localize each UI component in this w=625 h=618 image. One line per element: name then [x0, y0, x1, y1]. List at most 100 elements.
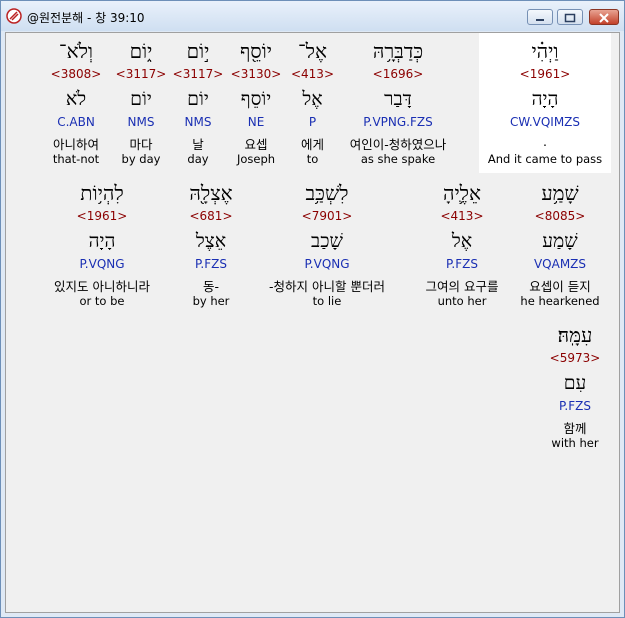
morphology-code: VQAMZS	[533, 257, 587, 271]
word-cell[interactable]: וַיְהִ֗י <1961> הָיָה CW.VQIMZS. And it came…	[479, 33, 611, 173]
hebrew-word: וַיְהִ֗י	[531, 39, 559, 63]
hebrew-word: לִהְי֥וֹת	[80, 181, 124, 205]
app-icon	[6, 8, 22, 24]
morphology-code: P.VPNG.FZS	[363, 115, 433, 129]
korean-gloss: 날	[192, 137, 204, 152]
word-cell[interactable]: כְּדַבְּרָ֥הּ <1696> דָּבַר P.VPNG.FZS 여인이-청…	[343, 33, 453, 173]
morphology-code: P.FZS	[195, 257, 227, 271]
lemma-word: לֹא	[65, 88, 87, 110]
english-gloss: with her	[551, 436, 599, 450]
word-cell[interactable]: שָׁמַ֥ע <8085> שָׁמַע VQAMZS 요셉이 듣지 he hearke…	[518, 175, 602, 315]
lemma-word: שָׁכַב	[311, 230, 343, 252]
hebrew-word: וְלֹא־	[58, 39, 94, 63]
lemma-word: עִם	[563, 372, 587, 394]
morphology-code: P.VQNG	[79, 257, 125, 271]
strong-number: <3130>	[230, 67, 282, 81]
strong-number: <413>	[290, 67, 334, 81]
lemma-word: הָיָה	[88, 230, 116, 252]
morphology-code: C.ABN	[57, 115, 95, 129]
english-gloss: unto her	[437, 294, 487, 308]
hebrew-word: אֶצְלָ֖הּ	[189, 181, 233, 205]
lemma-word: אֶל	[302, 88, 323, 110]
english-gloss: he hearkened	[520, 294, 600, 308]
strong-number: <1961>	[519, 67, 571, 81]
word-cell[interactable]: וְלֹא־ <3808> לֹא C.ABN 아니하여 that-not	[44, 33, 108, 173]
hebrew-word: י֣וֹם	[186, 39, 210, 63]
hebrew-word: עִמָּֽהּ׃	[557, 323, 593, 347]
lemma-word: הָיָה	[531, 88, 559, 110]
word-cell[interactable]: עִמָּֽהּ׃ <5973> עִם P.FZS 함께 with her	[537, 317, 613, 457]
korean-gloss: 요셉이 듣지	[529, 279, 591, 294]
english-gloss: as she spake	[360, 152, 436, 166]
korean-gloss: 함께	[563, 421, 587, 436]
hebrew-word: אֶל־	[297, 39, 327, 63]
english-gloss: by day	[121, 152, 161, 166]
hebrew-word: לִשְׁכַּ֥ב	[305, 181, 349, 205]
english-gloss: to	[306, 152, 319, 166]
close-icon	[599, 13, 609, 23]
english-gloss: day	[187, 152, 209, 166]
word-cell[interactable]: לִשְׁכַּ֥ב <7901> שָׁכַב P.VQNG -청하지 아니할 뿐더러…	[268, 175, 386, 315]
word-cell[interactable]: י֣וֹם <3117> יוֹם NMS 날 day	[172, 33, 224, 173]
strong-number: <3808>	[50, 67, 102, 81]
korean-gloss: 요셉	[244, 137, 268, 152]
word-cell[interactable]: אֶצְלָ֖הּ <681> אֵצֶל P.FZS 동-by her	[169, 175, 253, 315]
maximize-icon	[564, 13, 576, 23]
word-cell[interactable]: אֶל־ <413> אֶל P 에게 to	[286, 33, 339, 173]
korean-gloss: .	[543, 134, 547, 149]
word-cell[interactable]: אֵלֶ֛יהָ <413> אֶל P.FZS 그여의 요구를 unto her	[410, 175, 514, 315]
korean-gloss: 에게	[300, 137, 324, 152]
strong-number: <3117>	[172, 67, 224, 81]
minimize-button[interactable]	[527, 9, 553, 25]
korean-gloss: 마다	[129, 137, 153, 152]
english-gloss: that-not	[52, 152, 100, 166]
morphology-code: P	[308, 115, 317, 129]
hebrew-word: כְּדַבְּרָ֥הּ	[372, 39, 424, 63]
window-title: @원전분해 - 창 39:10	[27, 11, 145, 25]
strong-number: <1961>	[76, 209, 128, 223]
morphology-code: NMS	[184, 115, 212, 129]
application-window: @원전분해 - 창 39:10 וַיְהִ֗י <1961> הָיָה CW.VQ…	[0, 0, 625, 618]
strong-number: <413>	[440, 209, 484, 223]
lemma-word: יוֹם	[130, 88, 152, 110]
korean-gloss: 그여의 요구를	[425, 279, 499, 294]
strong-number: <681>	[189, 209, 233, 223]
hebrew-word: שָׁמַ֥ע	[541, 181, 579, 205]
strong-number: <5973>	[549, 351, 601, 365]
analysis-view[interactable]: וַיְהִ֗י <1961> הָיָה CW.VQIMZS. And it came…	[5, 32, 620, 613]
korean-gloss: 있지도 아니하니라	[54, 279, 150, 294]
hebrew-word: יוֹסֵ֖ף	[239, 39, 273, 63]
morphology-code: P.FZS	[559, 399, 591, 413]
minimize-icon	[536, 19, 544, 21]
maximize-button[interactable]	[557, 9, 583, 25]
english-gloss: Joseph	[236, 152, 276, 166]
lemma-word: שָׁמַע	[542, 230, 578, 252]
close-button[interactable]	[589, 9, 619, 25]
strong-number: <8085>	[534, 209, 586, 223]
morphology-code: P.FZS	[446, 257, 478, 271]
lemma-word: יוֹם	[187, 88, 209, 110]
word-cell[interactable]: לִהְי֥וֹת <1961> הָיָה P.VQNG 있지도 아니하니라 or to…	[42, 175, 162, 315]
word-cell[interactable]: יוֹסֵ֖ף <3130> יוֹסֵף NE 요셉 Joseph	[228, 33, 284, 173]
hebrew-word: י֑וֹם	[129, 39, 153, 63]
english-gloss: And it came to pass	[487, 152, 603, 166]
english-gloss: by her	[192, 294, 230, 308]
korean-gloss: 여인이-청하였으나	[349, 137, 447, 152]
lemma-word: יוֹסֵף	[240, 88, 272, 110]
lemma-word: דָּבַר	[384, 88, 412, 110]
english-gloss: to lie	[312, 294, 342, 308]
lemma-word: אֶל	[451, 230, 473, 252]
strong-number: <3117>	[115, 67, 167, 81]
morphology-code: NMS	[127, 115, 155, 129]
korean-gloss: 동-	[202, 279, 219, 294]
word-cell[interactable]: י֑וֹם <3117> יוֹם NMS 마다 by day	[114, 33, 168, 173]
morphology-code: NE	[247, 115, 265, 129]
korean-gloss: -청하지 아니할 뿐더러	[269, 279, 385, 294]
lemma-word: אֵצֶל	[195, 230, 227, 252]
korean-gloss: 아니하여	[52, 137, 99, 152]
english-gloss: or to be	[79, 294, 125, 308]
strong-number: <7901>	[301, 209, 353, 223]
title-bar[interactable]: @원전분해 - 창 39:10	[1, 1, 624, 31]
morphology-code: CW.VQIMZS	[509, 115, 581, 129]
strong-number: <1696>	[372, 67, 424, 81]
